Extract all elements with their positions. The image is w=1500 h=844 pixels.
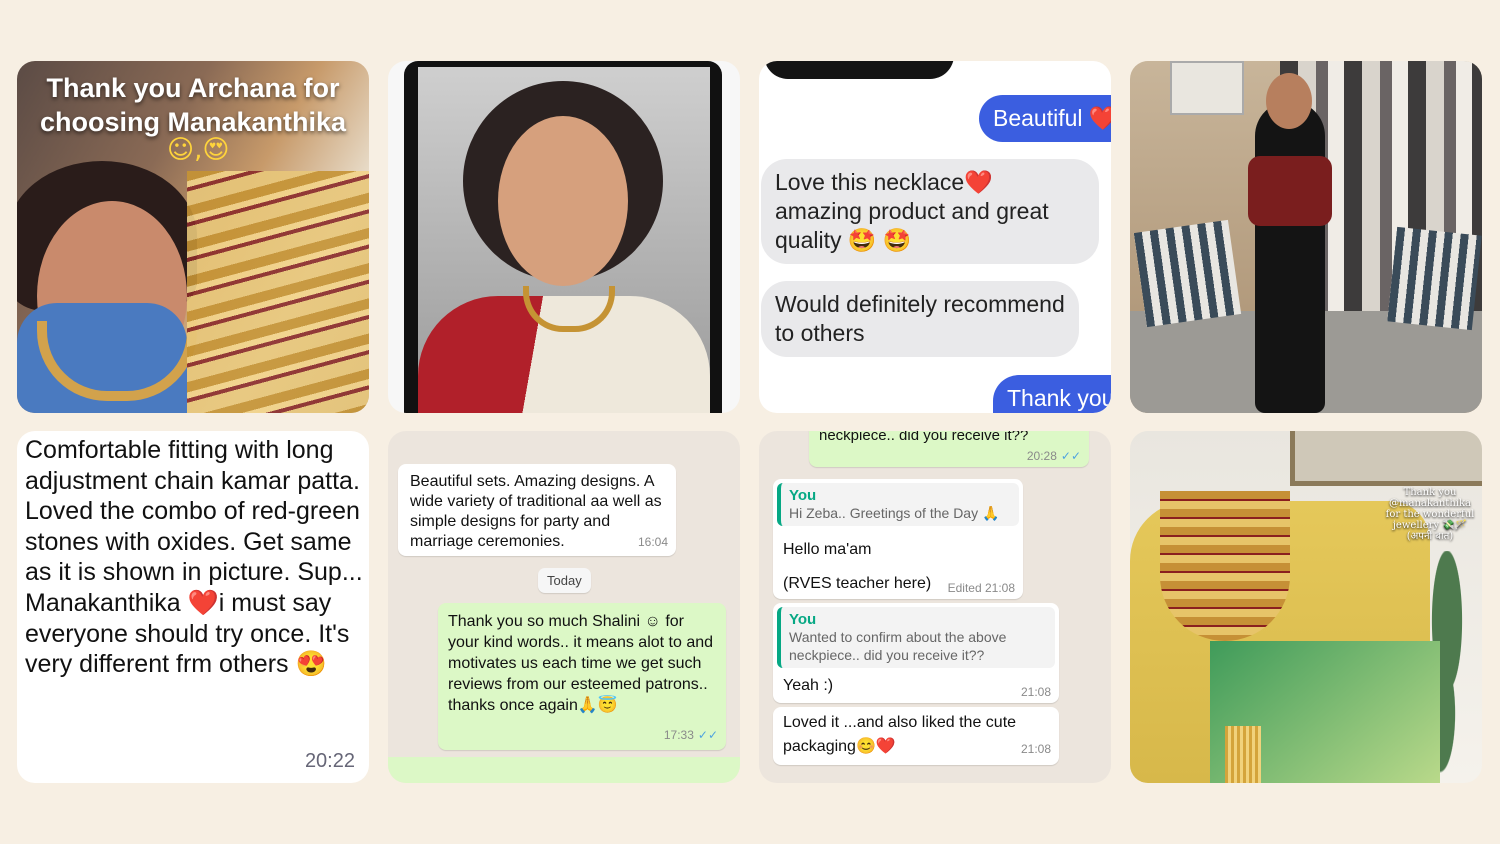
message-time: Edited 21:08 (947, 581, 1015, 595)
outgoing-message: neckpiece.. did you receive it?? 20:28 ✓✓ (809, 431, 1089, 467)
message-text: (RVES teacher here) (783, 575, 932, 592)
message-text: neckpiece.. did you receive it?? (819, 431, 1029, 444)
caption-line-1: Thank you Archana for (46, 73, 340, 103)
quoted-message: You Hi Zeba.. Greetings of the Day 🙏 (777, 483, 1019, 526)
review-text: Comfortable fitting with long adjustment… (25, 436, 363, 679)
message-text: Loved it ...and also liked the cute pack… (783, 714, 1017, 755)
review-time: 20:22 (304, 750, 355, 772)
photo-customer-portrait (388, 61, 740, 413)
cushion (1387, 226, 1482, 331)
message-text: Hello ma'am (783, 541, 872, 558)
text-review-card: Comfortable fitting with long adjustment… (17, 431, 369, 783)
reply-message: You Hi Zeba.. Greetings of the Day 🙏 Hel… (773, 479, 1023, 599)
incoming-message: Beautiful sets. Amazing designs. A wide … (398, 464, 676, 556)
message-meta: 17:33 ✓✓ (664, 725, 718, 746)
next-message-edge (388, 757, 740, 783)
message-time: 16:04 (637, 535, 668, 549)
date-divider: Today (538, 568, 591, 593)
message-text: Beautiful sets. Amazing designs. A wide … (410, 473, 662, 550)
quote-author: You (789, 487, 817, 504)
necklace-shape (1160, 491, 1290, 641)
photo-archana-necklace: Thank you Archana for choosing Manakanth… (17, 61, 369, 413)
message-time: 17:33 (663, 728, 694, 742)
caption-line-2: choosing Manakanthika (39, 107, 347, 137)
outgoing-message: Thank you so much Shalini ☺ for your kin… (438, 603, 726, 750)
photo-customer-gold-jewellery: Thank you @manakanthika for the wonderfu… (1130, 431, 1482, 783)
whatsapp-chat-zeba: neckpiece.. did you receive it?? 20:28 ✓✓… (759, 431, 1111, 783)
photo-caption: Thank you Archana for choosing Manakanth… (17, 71, 369, 139)
cushion (1133, 219, 1242, 328)
gold-necklace-display (187, 171, 369, 413)
message-time: 20:28 (1026, 449, 1057, 463)
message-time: 21:08 (1020, 685, 1051, 699)
message-bubble-received: Love this necklace❤️ amazing product and… (761, 159, 1099, 264)
phone-notch (764, 61, 954, 79)
reply-message: You Wanted to confirm about the above ne… (773, 603, 1059, 703)
read-receipt-icon: ✓✓ (697, 728, 718, 742)
message-time: 21:08 (1020, 742, 1051, 756)
message-bubble-sent: Beautiful ❤️ (979, 95, 1111, 142)
air-conditioner (1170, 61, 1244, 115)
message-bubble-sent: Thank you (993, 375, 1111, 413)
quote-text: Hi Zeba.. Greetings of the Day 🙏 (789, 505, 1000, 521)
message-meta: 20:28 ✓✓ (1027, 449, 1081, 463)
message-text: Yeah :) (783, 677, 834, 694)
quote-author: You (789, 611, 817, 628)
imessage-review: Beautiful ❤️ Love this necklace❤️ amazin… (759, 61, 1111, 413)
quoted-message: You Wanted to confirm about the above ne… (777, 607, 1055, 668)
vest-shape (1248, 156, 1332, 226)
bangles-shape (1225, 726, 1261, 783)
photo-customer-dancing (1130, 61, 1482, 413)
message-text: Thank you so much Shalini ☺ for your kin… (448, 613, 714, 714)
face-shape (498, 116, 628, 286)
quote-text: Wanted to confirm about the above neckpi… (789, 629, 1007, 663)
message-bubble-received: Would definitely recommend to others (761, 281, 1079, 357)
emoji-reaction: ☺,😍 (167, 135, 230, 165)
read-receipt-icon: ✓✓ (1060, 449, 1081, 463)
head-shape (1266, 73, 1312, 129)
wall-frame (1290, 431, 1482, 486)
person-shape (1255, 101, 1325, 413)
photo-caption: Thank you @manakanthika for the wonderfu… (1385, 487, 1475, 542)
whatsapp-chat-shalini: Beautiful sets. Amazing designs. A wide … (388, 431, 740, 783)
incoming-message: Loved it ...and also liked the cute pack… (773, 707, 1059, 765)
